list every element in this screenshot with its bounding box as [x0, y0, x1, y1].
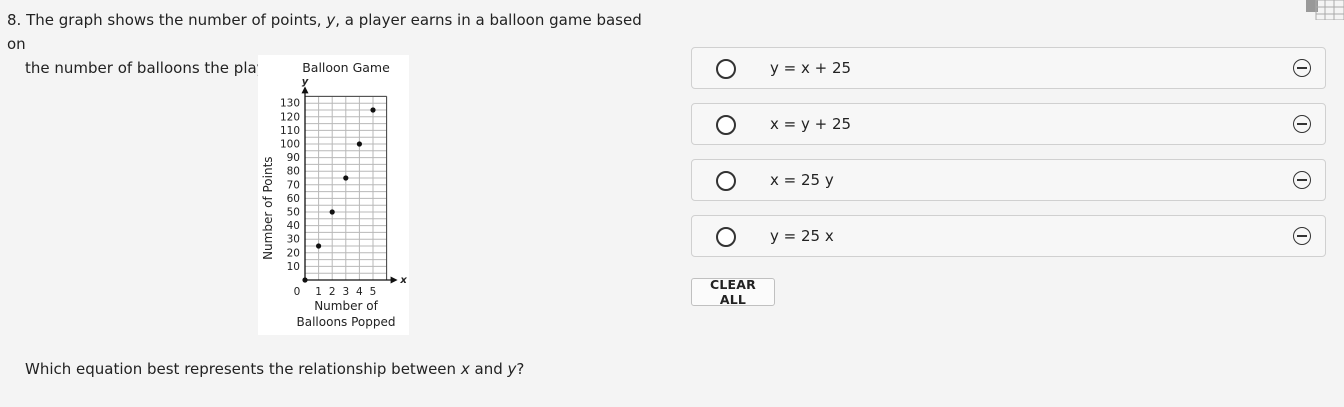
variable-x: x	[460, 360, 470, 378]
strikethrough-icon[interactable]	[1293, 171, 1311, 189]
prompt-text-part: Which equation best represents the relat…	[25, 360, 457, 378]
answer-option-d[interactable]: y = 25 x	[691, 215, 1326, 257]
data-point	[329, 209, 335, 215]
strikethrough-icon[interactable]	[1293, 59, 1311, 77]
y-tick-label: 110	[280, 125, 300, 137]
y-tick-label: 120	[280, 111, 300, 123]
y-tick-label: 130	[280, 98, 300, 110]
option-label: y = x + 25	[770, 59, 852, 77]
flag-grid-icon[interactable]	[1306, 0, 1344, 20]
data-point	[316, 243, 322, 249]
x-tick-label: 5	[370, 286, 377, 298]
radio-button[interactable]	[716, 227, 736, 247]
radio-button[interactable]	[716, 59, 736, 79]
x-tick-label: 2	[329, 286, 336, 298]
data-point	[356, 141, 362, 147]
y-tick-label: 80	[287, 166, 300, 178]
option-label: x = y + 25	[770, 115, 852, 133]
option-label: y = 25 x	[770, 227, 834, 245]
radio-button[interactable]	[716, 171, 736, 191]
origin-label: 0	[294, 286, 301, 298]
chart-svg: Balloon Gameyx10203040506070809010011012…	[261, 60, 407, 329]
data-point	[370, 107, 376, 113]
strikethrough-icon[interactable]	[1293, 227, 1311, 245]
data-point	[302, 277, 308, 283]
x-axis-label: Balloons Popped	[297, 315, 396, 329]
clear-all-button[interactable]: CLEAR ALL	[691, 277, 775, 307]
y-tick-label: 50	[287, 207, 300, 219]
y-tick-label: 70	[287, 179, 300, 191]
scatter-chart: Balloon Game y x 10 20 30 40 50 60 70 80 90 100 110 12…	[258, 55, 409, 335]
y-tick-label: 30	[287, 234, 300, 246]
y-tick-label: 10	[287, 261, 300, 273]
y-tick-label: 40	[287, 220, 300, 232]
question-text-part: The graph shows the number of points,	[26, 11, 322, 29]
variable-y: y	[326, 11, 336, 29]
y-tick-label: 100	[280, 139, 300, 151]
answer-option-a[interactable]: y = x + 25	[691, 47, 1326, 89]
y-tick-label: 20	[287, 247, 300, 259]
answer-option-c[interactable]: x = 25 y	[691, 159, 1326, 201]
x-axis-label: Number of	[314, 299, 378, 313]
answer-options: y = x + 25 x = y + 25 x = 25 y y = 25 x	[691, 47, 1326, 271]
y-axis-label: Number of Points	[261, 156, 275, 259]
radio-button[interactable]	[716, 115, 736, 135]
question-number: 8.	[7, 11, 22, 29]
y-tick-label: 60	[287, 193, 300, 205]
option-label: x = 25 y	[770, 171, 834, 189]
y-axis-variable: y	[302, 76, 309, 87]
question-prompt: Which equation best represents the relat…	[25, 360, 524, 378]
strikethrough-icon[interactable]	[1293, 115, 1311, 133]
x-axis-variable: x	[399, 275, 407, 286]
x-tick-label: 1	[315, 286, 322, 298]
prompt-text-part: ?	[516, 360, 525, 378]
x-tick-label: 3	[342, 286, 349, 298]
data-point	[343, 175, 349, 181]
y-tick-label: 90	[287, 152, 300, 164]
x-axis-arrow	[390, 276, 398, 284]
chart-title: Balloon Game	[302, 60, 390, 75]
x-tick-label: 4	[356, 286, 363, 298]
answer-option-b[interactable]: x = y + 25	[691, 103, 1326, 145]
y-axis-arrow	[301, 86, 309, 94]
prompt-text-part: and	[474, 360, 503, 378]
